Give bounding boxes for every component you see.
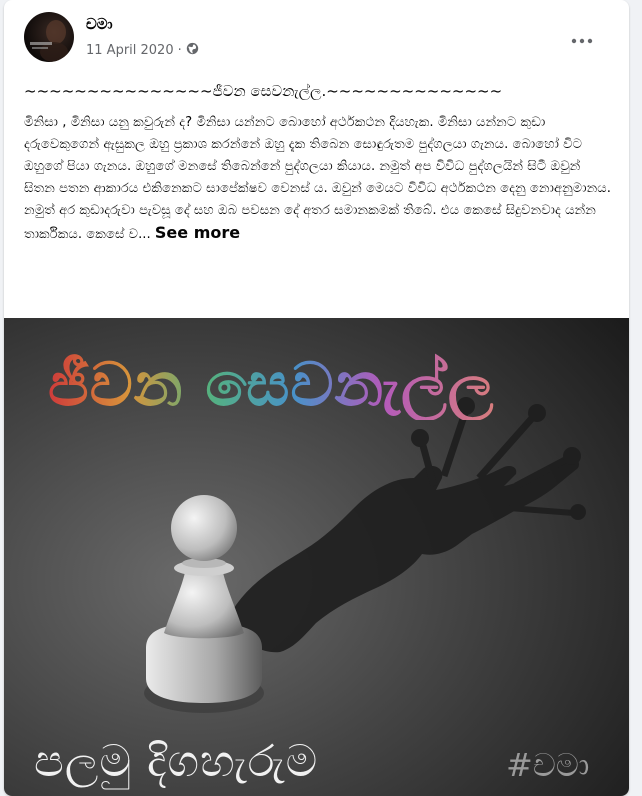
author-name[interactable]: චමා [86, 15, 113, 33]
meta-separator: · [177, 43, 182, 58]
post-body: මිනිසා , මිනිසා යනු කවුරුන් ද? මිනිසා යන… [24, 115, 611, 242]
more-options-icon [571, 29, 593, 48]
profile-avatar[interactable] [24, 12, 74, 62]
post-header: චමා 11 April 2020 · [4, 0, 629, 70]
post-heading: ~~~~~~~~~~~~~~~ජීවන සෙවනැල්ල.~~~~~~~~~~~… [24, 82, 503, 100]
post-meta: 11 April 2020 · [86, 42, 199, 59]
see-more-link[interactable]: See more [155, 223, 240, 242]
post-date[interactable]: 11 April 2020 [86, 43, 174, 58]
image-title: ජීවන සෙවනැල්ල [48, 350, 495, 420]
image-hashtag: #චමා [506, 746, 590, 784]
globe-icon[interactable] [186, 42, 199, 59]
post-text: ~~~~~~~~~~~~~~~ජීවන සෙවනැල්ල.~~~~~~~~~~~… [24, 80, 612, 255]
post-card: චමා 11 April 2020 · ~~~~~~~~~~~~~~~ජීවන … [4, 0, 629, 796]
post-image[interactable]: ජීවන සෙවනැල්ල පලමු දිගහැරුම #චමා [4, 318, 629, 796]
more-options-button[interactable] [564, 20, 600, 56]
post-body-paragraph: මිනිසා , මිනිසා යනු කවුරුන් ද? මිනිසා යන… [24, 112, 612, 246]
image-subtitle: පලමු දිගහැරුම [34, 736, 319, 787]
